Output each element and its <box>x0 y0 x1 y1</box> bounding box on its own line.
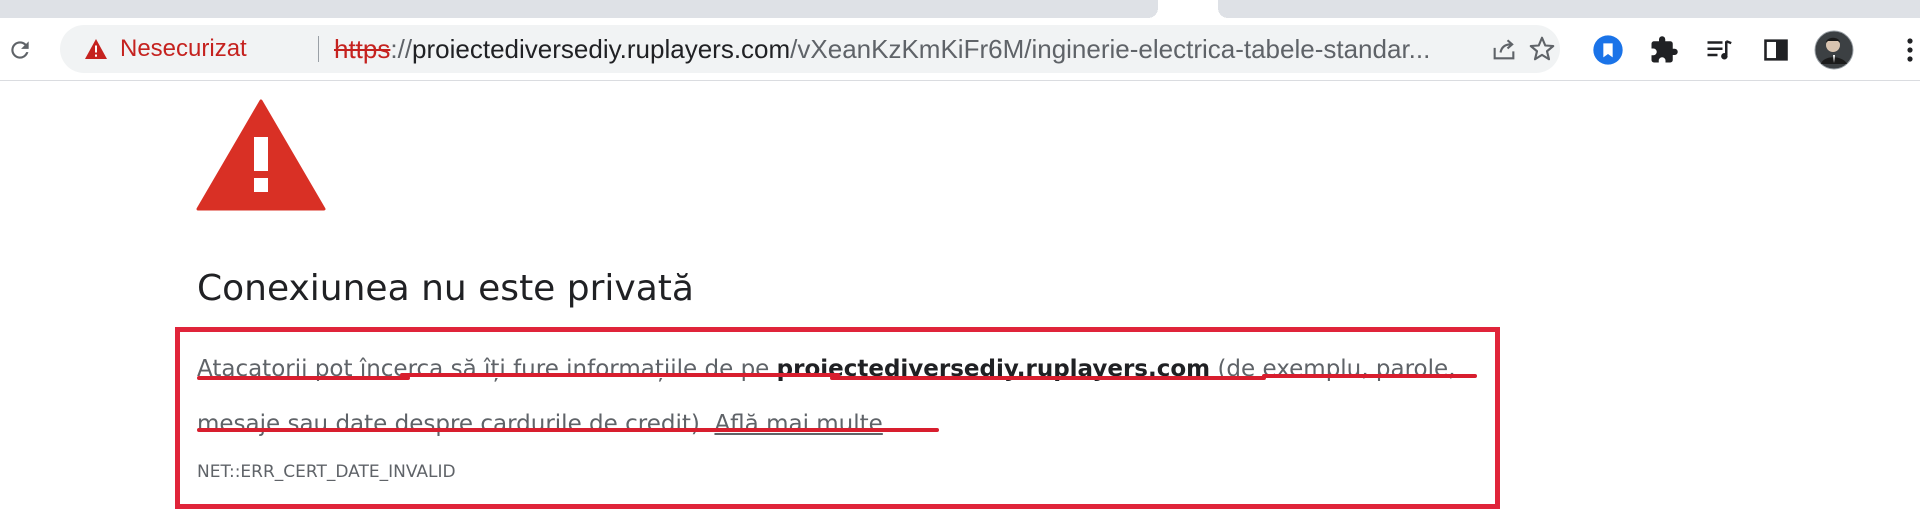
menu-button[interactable] <box>1900 32 1920 68</box>
annotation-underline <box>197 428 939 432</box>
bookmark-star-icon <box>1529 36 1555 61</box>
active-tab[interactable] <box>1148 0 1228 18</box>
reading-list-icon <box>1707 40 1732 60</box>
reading-list-button[interactable] <box>1702 32 1738 68</box>
security-chip-label: Nesecurizat <box>120 35 247 62</box>
tab-strip <box>0 0 1920 18</box>
annotation-underline <box>400 373 840 377</box>
extensions-button[interactable] <box>1646 32 1682 68</box>
extension-shield-button[interactable] <box>1590 32 1626 68</box>
annotation-underline <box>197 376 410 380</box>
url-separator: :// <box>390 33 413 64</box>
share-icon <box>1493 39 1515 60</box>
extension-shield-icon <box>1593 35 1623 65</box>
url-host: proiectediversediy.ruplayers.com <box>412 33 791 64</box>
side-panel-button[interactable] <box>1758 32 1794 68</box>
annotation-underline <box>830 376 1266 380</box>
extensions-puzzle-icon <box>1651 36 1678 63</box>
browser-toolbar: Nesecurizat https://proiectediversediy.r… <box>0 18 1920 81</box>
url-text[interactable]: https://proiectediversediy.ruplayers.com… <box>334 25 1482 73</box>
danger-triangle-icon <box>196 99 326 211</box>
share-button[interactable] <box>1488 33 1520 65</box>
menu-kebab-icon <box>1907 38 1913 62</box>
page-title: Conexiunea nu este privată <box>197 268 694 309</box>
annotation-underline <box>1262 374 1477 378</box>
security-chip[interactable]: Nesecurizat <box>84 25 247 73</box>
reload-icon <box>11 41 29 59</box>
reload-button[interactable] <box>0 30 40 70</box>
omnibox-divider <box>318 36 319 62</box>
profile-avatar <box>1814 30 1854 70</box>
warning-triangle-icon <box>85 39 107 59</box>
profile-button[interactable] <box>1814 30 1854 70</box>
bookmark-button[interactable] <box>1526 33 1558 65</box>
url-scheme: https <box>334 33 391 64</box>
address-bar[interactable]: Nesecurizat https://proiectediversediy.r… <box>60 25 1560 73</box>
side-panel-icon <box>1764 39 1788 61</box>
url-path: /vXeanKzKmKiFr6M/inginerie-electrica-tab… <box>790 33 1431 64</box>
annotation-box <box>175 327 1500 509</box>
